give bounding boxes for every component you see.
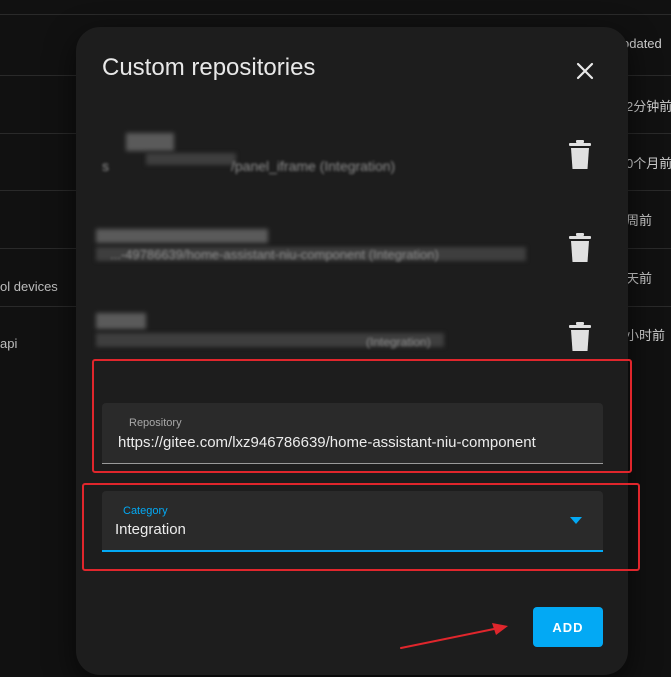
redacted-block — [96, 313, 146, 329]
repository-list-item: ...-49786639/home-assistant-niu-componen… — [96, 223, 616, 279]
dialog-title: Custom repositories — [102, 54, 316, 81]
repository-list-item: (Integration) — [96, 309, 616, 365]
annotation-box — [82, 483, 640, 571]
repository-list-item: s /panel_iframe (Integration) — [96, 127, 616, 183]
redacted-block — [146, 153, 236, 165]
redacted-block — [96, 229, 268, 243]
close-button[interactable] — [569, 55, 601, 87]
updated-cell: 小时前 — [626, 328, 666, 343]
integration-name-cell: ol devices — [0, 279, 58, 294]
add-button[interactable]: ADD — [533, 607, 603, 647]
annotation-arrow — [400, 623, 508, 649]
repository-name: s — [102, 158, 109, 174]
redacted-block — [126, 133, 174, 151]
updated-cell: 2分钟前 — [626, 99, 671, 114]
updated-cell: 0个月前 — [626, 156, 671, 171]
delete-repository-button[interactable] — [560, 228, 600, 268]
integration-name-cell: api — [0, 336, 18, 351]
trash-icon — [569, 140, 591, 169]
trash-icon — [569, 322, 591, 351]
updated-cell: 周前 — [626, 213, 653, 228]
repository-detail: /panel_iframe (Integration) — [231, 158, 396, 174]
custom-repositories-dialog: Custom repositories s /panel_iframe (Int… — [76, 27, 628, 675]
repository-detail: (Integration) — [366, 335, 431, 349]
divider — [0, 14, 671, 15]
annotation-box — [92, 359, 632, 473]
delete-repository-button[interactable] — [560, 317, 600, 357]
delete-repository-button[interactable] — [560, 135, 600, 175]
trash-icon — [569, 233, 591, 262]
repository-detail: ...-49786639/home-assistant-niu-componen… — [110, 247, 439, 262]
close-icon — [576, 62, 594, 80]
updated-cell: 天前 — [626, 271, 653, 286]
